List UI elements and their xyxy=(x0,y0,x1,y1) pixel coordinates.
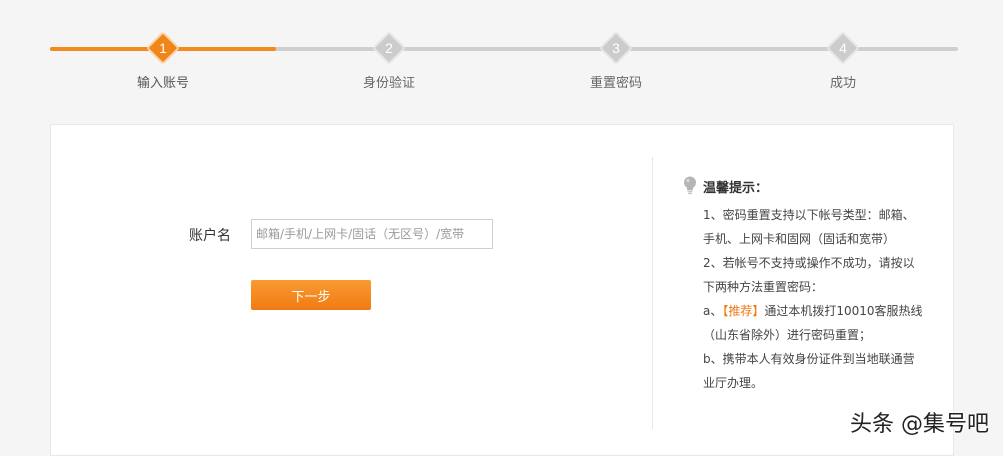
tip-line-2: 2、若帐号不支持或操作不成功，请按以下两种方法重置密码： xyxy=(703,256,915,294)
step-2: 2 身份验证 xyxy=(329,31,449,91)
step-marker: 2 xyxy=(372,31,406,65)
vertical-divider xyxy=(652,157,653,429)
step-marker: 3 xyxy=(599,31,633,65)
progress-steps: 1 输入账号 2 身份验证 3 重置密码 4 成功 xyxy=(0,0,1003,100)
step-label: 重置密码 xyxy=(589,76,642,91)
tip-line-1: 1、密码重置支持以下帐号类型：邮箱、手机、上网卡和固网（固话和宽带） xyxy=(703,208,915,246)
tip-line-4: b、携带本人有效身份证件到当地联通营业厅办理。 xyxy=(703,352,915,390)
account-input[interactable] xyxy=(251,219,493,249)
tips-body: 1、密码重置支持以下帐号类型：邮箱、手机、上网卡和固网（固话和宽带） 2、若帐号… xyxy=(683,203,923,395)
tip-a-prefix: a、 xyxy=(703,304,723,318)
recommend-tag: 【推荐】 xyxy=(722,304,765,318)
tips-header: 温馨提示： xyxy=(683,175,923,197)
step-number: 4 xyxy=(839,40,847,56)
tips-section: 温馨提示： 1、密码重置支持以下帐号类型：邮箱、手机、上网卡和固网（固话和宽带）… xyxy=(683,175,923,395)
tips-title: 温馨提示： xyxy=(703,181,769,196)
step-marker: 4 xyxy=(826,31,860,65)
step-3: 3 重置密码 xyxy=(556,31,676,91)
step-marker: 1 xyxy=(146,31,180,65)
step-label: 成功 xyxy=(829,76,856,91)
step-number: 3 xyxy=(612,40,620,56)
step-number: 2 xyxy=(385,40,393,56)
step-1: 1 输入账号 xyxy=(103,31,223,91)
lightbulb-icon xyxy=(684,176,696,195)
step-label: 身份验证 xyxy=(362,76,415,91)
step-number: 1 xyxy=(159,40,167,56)
account-form-panel: 账户名 下一步 温馨提示： 1、密码重置支持以下帐号类型：邮箱、手机、上网卡和固… xyxy=(50,124,954,456)
step-4: 4 成功 xyxy=(783,31,903,91)
next-step-button[interactable]: 下一步 xyxy=(251,280,371,310)
step-label: 输入账号 xyxy=(136,76,189,91)
tip-line-3: a、【推荐】通过本机拨打10010客服热线（山东省除外）进行密码重置； xyxy=(703,299,923,347)
account-label: 账户名 xyxy=(189,228,231,244)
watermark: 头条 @集号吧 xyxy=(850,412,989,437)
